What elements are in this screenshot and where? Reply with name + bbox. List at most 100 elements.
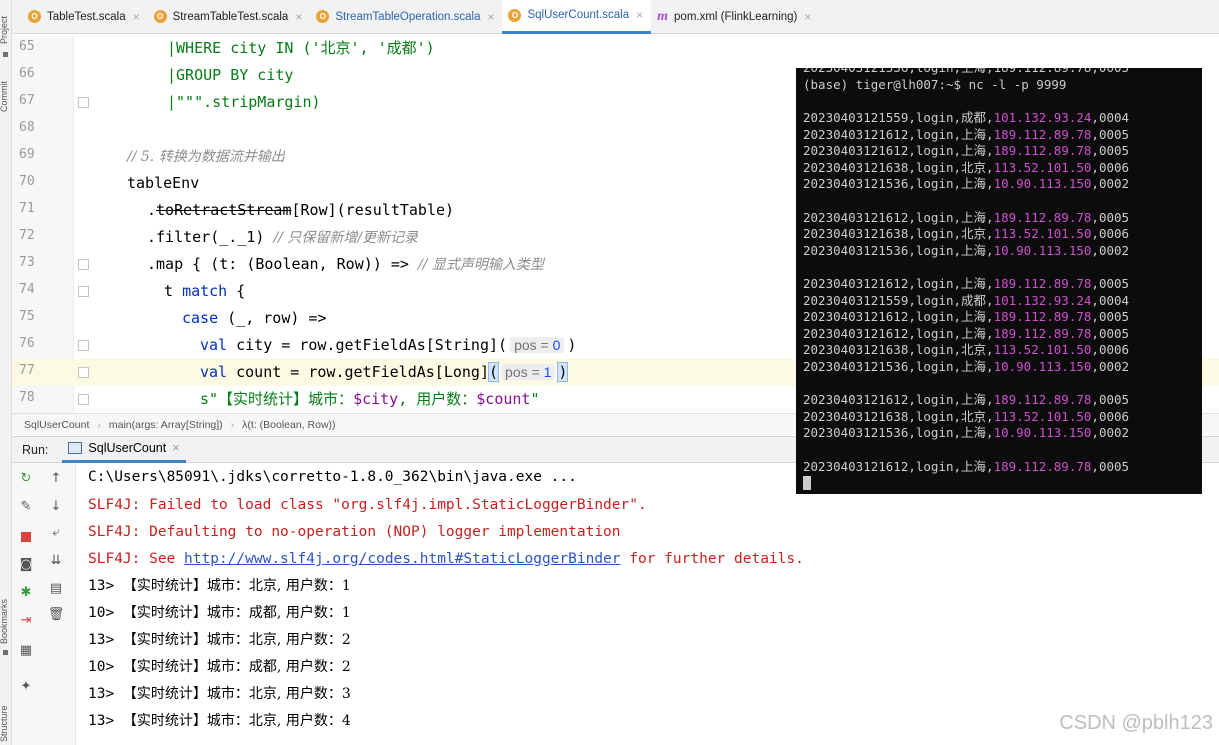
exit-icon[interactable]: ⇥: [16, 611, 36, 631]
output-text: 【实时统计】城市：北京, 用户数：2: [122, 632, 351, 648]
terminal-ip: 10.90.113.150: [993, 359, 1092, 374]
watermark: CSDN @pblh123: [1059, 712, 1213, 734]
terminal-ip: 113.52.101.50: [993, 226, 1092, 242]
console-error-line: SLF4J: Failed to load class "org.slf4j.i…: [88, 497, 647, 513]
debug-icon[interactable]: ✱: [16, 583, 36, 603]
breadcrumb-item-method[interactable]: main(args: Array[String]): [109, 419, 223, 431]
terminal-text: ,0006: [1091, 226, 1130, 242]
fold-marker-icon[interactable]: [78, 97, 89, 108]
sidebar-bookmarks-label[interactable]: Bookmarks: [0, 599, 9, 644]
line-number: 76: [19, 336, 35, 351]
gutter-row: 75: [12, 305, 74, 332]
bookmarks-icon[interactable]: [3, 650, 8, 655]
terminal-text: 20230403121612,login,上海,: [803, 209, 994, 225]
terminal-ip: 10.90.113.150: [993, 425, 1092, 441]
terminal-line: 20230403121559,login,成都,101.132.93.24,00…: [803, 293, 1129, 310]
scroll-up-icon[interactable]: ↑: [46, 469, 66, 489]
close-icon[interactable]: ×: [295, 10, 302, 24]
gutter-row: 74: [12, 278, 89, 305]
deprecated-method: toRetractStream: [156, 201, 292, 219]
slf4j-link[interactable]: http://www.slf4j.org/codes.html#StaticLo…: [184, 551, 621, 567]
code-line-65[interactable]: |WHERE city IN ('北京', '成都'): [12, 35, 1219, 62]
print-icon[interactable]: ▤: [46, 579, 66, 599]
terminal-text: 20230403121612,login,上海,: [803, 143, 994, 159]
breadcrumb-item-class[interactable]: SqlUserCount: [24, 419, 89, 431]
stop-icon[interactable]: [16, 527, 36, 547]
trash-icon[interactable]: 🗑: [46, 605, 66, 625]
tab-1[interactable]: O StreamTableTest.scala ×: [148, 0, 311, 34]
line-number: 65: [19, 39, 35, 54]
sidebar-commit-label[interactable]: Commit: [0, 81, 9, 112]
code-text: city = row.getFieldAs[String](: [227, 336, 508, 354]
code-comment: // 只保留新增/更新记录: [273, 230, 419, 246]
terminal-line: 20230403121638,login,北京,113.52.101.50,00…: [803, 409, 1129, 426]
terminal-text: 20230403121559,login,成都,: [803, 292, 994, 308]
terminal-ip: 113.52.101.50: [993, 159, 1092, 175]
fold-marker-icon[interactable]: [78, 259, 89, 270]
tab-4[interactable]: m pom.xml (FlinkLearning) ×: [651, 0, 819, 34]
terminal-line: 20230403121536,login,上海,10.90.113.150,00…: [803, 176, 1129, 193]
console-output-line: 13> 【实时统计】城市：北京, 用户数：3: [88, 684, 351, 704]
close-icon[interactable]: ×: [133, 10, 140, 24]
line-number: 69: [19, 147, 35, 162]
close-icon[interactable]: ×: [636, 8, 643, 22]
tab-0[interactable]: O TableTest.scala ×: [22, 0, 148, 34]
scroll-down-icon[interactable]: ↓: [46, 497, 66, 517]
rerun-icon[interactable]: ↻: [16, 469, 36, 489]
close-icon[interactable]: ×: [172, 441, 179, 455]
terminal-window[interactable]: 20230403121536,login,上海,189.112.89.78,00…: [796, 68, 1202, 494]
console-output-line: 10> 【实时统计】城市：成都, 用户数：1: [88, 603, 351, 623]
terminal-line: 20230403121612,login,上海,189.112.89.78,00…: [803, 309, 1129, 326]
terminal-text: ,0006: [1091, 408, 1130, 424]
tab-3[interactable]: O SqlUserCount.scala ×: [502, 0, 652, 34]
sidebar-structure-label[interactable]: Structure: [0, 705, 9, 742]
tab-label: SqlUserCount.scala: [527, 9, 630, 21]
console-error-line: SLF4J: Defaulting to no-operation (NOP) …: [88, 524, 621, 540]
terminal-line: 20230403121536,login,上海,10.90.113.150,00…: [803, 425, 1129, 442]
tab-label: pom.xml (FlinkLearning): [674, 10, 798, 23]
terminal-ip: 189.112.89.78: [993, 392, 1092, 408]
code-string: s"【实时统计】城市：: [200, 390, 354, 408]
close-icon[interactable]: ×: [487, 10, 494, 24]
gutter-row: 68: [12, 116, 74, 143]
run-tab-sqlusercount[interactable]: SqlUserCount ×: [62, 437, 186, 463]
scala-object-icon: O: [28, 10, 41, 23]
output-text: 【实时统计】城市：成都, 用户数：2: [122, 659, 351, 675]
camera-icon[interactable]: ◙: [16, 555, 36, 575]
terminal-text: 20230403121612,login,上海,: [803, 276, 994, 291]
fold-marker-icon[interactable]: [78, 340, 89, 351]
terminal-line: 20230403121612,login,上海,189.112.89.78,00…: [803, 392, 1129, 409]
wrench-icon[interactable]: ✎: [16, 497, 36, 517]
code-text: |GROUP BY city: [167, 66, 294, 84]
fold-marker-icon[interactable]: [78, 286, 89, 297]
terminal-text: ,0002: [1091, 359, 1130, 374]
parameter-hint: pos = 0: [510, 337, 565, 353]
tab-2[interactable]: O StreamTableOperation.scala ×: [310, 0, 502, 34]
terminal-text: ,0002: [1091, 176, 1130, 192]
console-output-line: 13> 【实时统计】城市：北京, 用户数：1: [88, 576, 351, 596]
terminal-line: 20230403121559,login,成都,101.132.93.24,00…: [803, 110, 1129, 127]
gutter-row: 70: [12, 170, 74, 197]
matched-bracket: (: [487, 362, 500, 382]
code-text: .: [147, 201, 157, 219]
terminal-ip: 189.112.89.78: [993, 458, 1092, 474]
project-icon[interactable]: [3, 52, 8, 57]
terminal-text: ,0005: [1091, 458, 1130, 474]
line-number: 68: [19, 120, 35, 135]
fold-marker-icon[interactable]: [78, 394, 89, 405]
pin-icon[interactable]: ✦: [16, 677, 36, 697]
terminal-line: 20230403121612,login,上海,189.112.89.78,00…: [803, 127, 1129, 144]
layout-icon[interactable]: ▦: [16, 641, 36, 661]
fold-marker-icon[interactable]: [78, 367, 89, 378]
scroll-to-end-icon[interactable]: ⇊: [46, 551, 66, 571]
output-text: 【实时统计】城市：成都, 用户数：1: [122, 605, 351, 621]
terminal-ip: 189.112.89.78: [993, 309, 1092, 325]
soft-wrap-icon[interactable]: ⤶: [46, 523, 66, 543]
breadcrumb-item-lambda[interactable]: λ(t: (Boolean, Row)): [242, 419, 335, 431]
close-icon[interactable]: ×: [804, 10, 811, 24]
sidebar-project-label[interactable]: Project: [0, 16, 9, 44]
matched-bracket: ): [557, 362, 569, 382]
tab-label: TableTest.scala: [47, 10, 126, 23]
run-console[interactable]: C:\Users\85091\.jdks\corretto-1.8.0_362\…: [76, 463, 1219, 745]
terminal-line: 20230403121612,login,上海,189.112.89.78,00…: [803, 326, 1129, 343]
